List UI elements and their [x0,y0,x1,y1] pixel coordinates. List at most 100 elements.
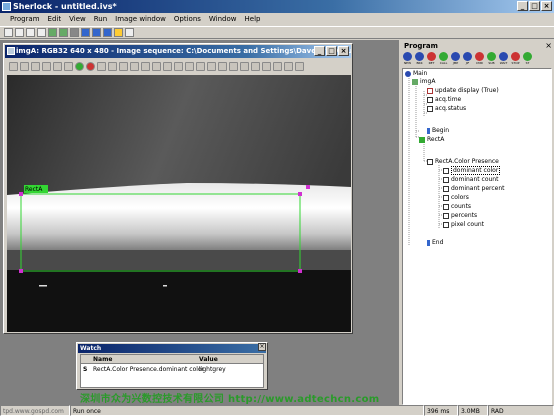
tree-node-dominant-count[interactable]: dominant count [443,175,498,184]
zoom-actual-icon[interactable] [53,61,62,71]
status-rad: RAD [488,405,554,416]
instr-new-button[interactable]: NEW [402,52,413,66]
image-maximize-button[interactable]: □ [326,46,337,56]
menu-run[interactable]: Run [90,14,111,25]
instr-wait-button[interactable]: WAIT [498,52,509,66]
image-minimize-button[interactable]: _ [314,46,325,56]
image-window-title: imgA: RGB32 640 x 480 - Image sequence: … [16,47,351,55]
polygon-roi-icon[interactable] [152,61,161,71]
image-options-icon[interactable] [295,61,304,71]
watch-row-value[interactable]: lightgrey [199,365,226,374]
program-panel-close-icon[interactable]: × [545,41,552,50]
arc-icon[interactable] [196,61,205,71]
tree-node-color-presence[interactable]: RectA.Color Presence [427,157,499,166]
step-over-icon[interactable] [103,28,112,37]
line-icon[interactable] [174,61,183,71]
image-view[interactable]: RectA [7,75,351,332]
menu-view[interactable]: View [65,14,90,25]
bracket-icon [427,127,430,134]
status-bar: tpd.www.gospd.com Run once 396 ms 3.0MB … [0,405,554,416]
grid-icon[interactable] [229,61,238,71]
instr-return-button[interactable]: RET [426,52,437,66]
print-icon[interactable] [37,28,46,37]
instr-stop-button[interactable]: STOP [510,52,521,66]
lamp-icon[interactable] [114,28,123,37]
program-icon [405,70,411,77]
tree-node-recta[interactable]: RectA [419,135,444,144]
save-icon[interactable] [26,28,35,37]
new-file-icon[interactable] [4,28,13,37]
annulus-icon[interactable] [240,61,249,71]
instr-call-button[interactable]: CALL [438,52,449,66]
number-icon [443,185,449,192]
run-once-icon[interactable] [59,28,68,37]
program-toolbar: NEW BRK RET CALL JMP JIF CMD SUB WAIT ST… [402,52,552,68]
tree-node-dominant-percent[interactable]: dominant percent [443,184,505,193]
instr-cmd-button[interactable]: CMD [474,52,485,66]
watch-title-bar: Watch [78,344,266,353]
tree-node-begin[interactable]: Begin [427,126,449,135]
boolean-icon [427,87,433,94]
instr-jif-button[interactable]: JIF [462,52,473,66]
menu-help[interactable]: Help [241,14,265,25]
instr-break-button[interactable]: BRK [414,52,425,66]
help-icon[interactable] [125,28,134,37]
watch-row-name[interactable]: RectA.Color Presence.dominant color [93,365,204,374]
rotated-roi-icon[interactable] [141,61,150,71]
polyline-icon[interactable] [185,61,194,71]
instr-jump-button[interactable]: JMP [450,52,461,66]
zoom-window-icon[interactable] [64,61,73,71]
minimize-button[interactable]: _ [517,1,528,11]
image-close-button[interactable]: × [338,46,349,56]
close-button[interactable]: × [541,1,552,11]
pause-icon[interactable] [81,28,90,37]
target-icon[interactable] [262,61,271,71]
rect-roi-icon[interactable] [130,61,139,71]
tree-node-percents[interactable]: percents [443,211,477,220]
instr-sub-button[interactable]: SUB [486,52,497,66]
spoke-icon[interactable] [251,61,260,71]
status-watermark-url: tpd.www.gospd.com [0,405,70,416]
tree-node-imga[interactable]: imgA [412,77,435,86]
string-icon [443,167,449,174]
record-icon[interactable] [86,61,95,71]
color-icon[interactable] [119,61,128,71]
zoom-out-icon[interactable] [31,61,40,71]
watch-row-type: S [83,366,88,373]
tree-node-acq-status[interactable]: acq.status [427,104,466,113]
tree-node-pixel-count[interactable]: pixel count [443,220,484,229]
image-window-icon [7,47,15,55]
tree-node-acq-time[interactable]: acq.time [427,95,461,104]
open-file-icon[interactable] [15,28,24,37]
zoom-in-icon[interactable] [20,61,29,71]
menu-edit[interactable]: Edit [44,14,66,25]
tree-node-end[interactable]: End [427,238,443,247]
menu-image-window[interactable]: Image window [111,14,170,25]
tree-node-colors[interactable]: colors [443,193,469,202]
point-icon[interactable] [163,61,172,71]
number-icon [427,105,433,112]
rectangle-icon[interactable] [207,61,216,71]
step-icon[interactable] [92,28,101,37]
zoom-fit-icon[interactable] [42,61,51,71]
circle-icon[interactable] [218,61,227,71]
instr-st-button[interactable]: ST [522,52,533,66]
play-icon[interactable] [75,61,84,71]
menu-program[interactable]: Program [6,14,44,25]
tree-node-dominant-color[interactable]: dominant color [443,166,501,175]
menu-window[interactable]: Window [205,14,241,25]
camera-icon[interactable] [108,61,117,71]
menu-options[interactable]: Options [170,14,205,25]
image-open-icon[interactable] [284,61,293,71]
image-save-icon[interactable] [273,61,282,71]
run-icon[interactable] [48,28,57,37]
menu-bar: Program Edit View Run Image window Optio… [0,14,554,25]
tree-node-update-display[interactable]: update display (True) [427,86,499,95]
stop-icon[interactable] [70,28,79,37]
string-array-icon [443,194,449,201]
maximize-button[interactable]: □ [529,1,540,11]
image-settings-icon[interactable] [9,61,18,71]
watch-close-button[interactable]: × [258,343,266,351]
tree-node-counts[interactable]: counts [443,202,471,211]
pointer-icon[interactable] [97,61,106,71]
